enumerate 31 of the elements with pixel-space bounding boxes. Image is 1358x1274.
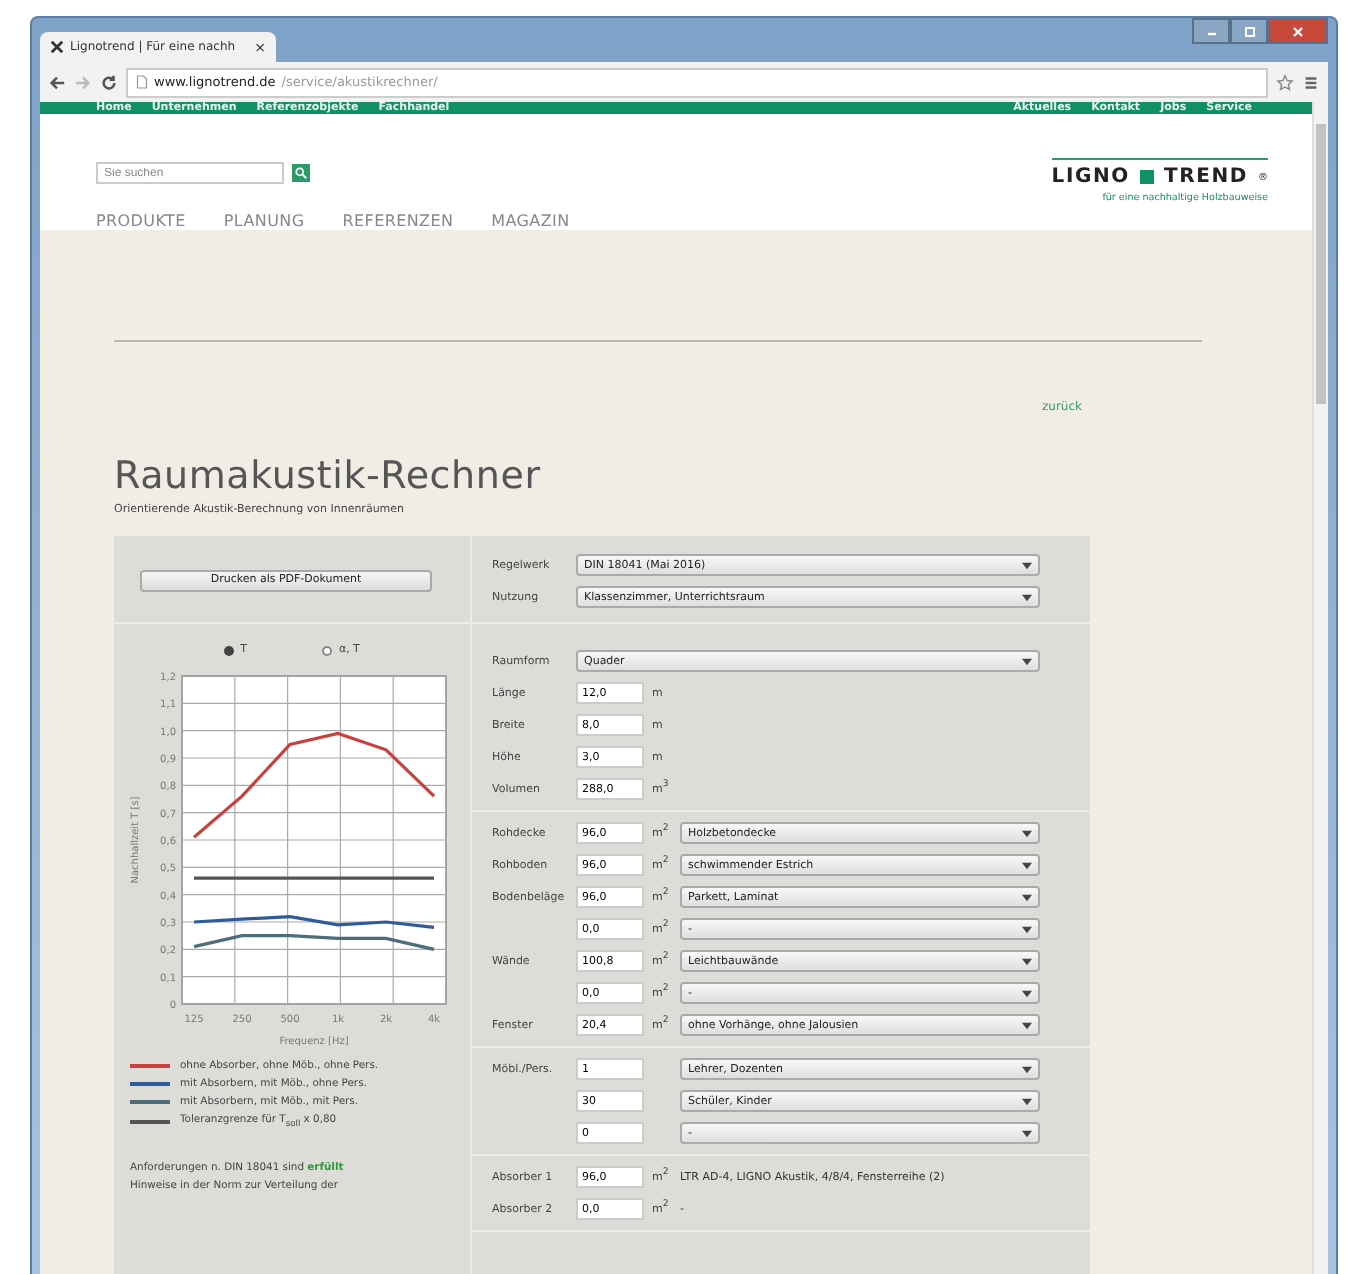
back-icon[interactable] [48,73,66,91]
minimize-button[interactable] [1192,18,1230,44]
caret-icon [1022,861,1032,869]
caret-icon [1022,925,1032,933]
x-logo-icon [50,40,64,54]
maximize-icon [1239,25,1259,37]
caret-icon [1022,1129,1032,1137]
caret-icon [1022,657,1032,665]
menu-item[interactable]: PRODUKTE [96,212,186,230]
caret-icon [1022,829,1032,837]
caret-icon [1022,1097,1032,1105]
close-icon [1288,25,1308,37]
search-button[interactable] [292,164,310,182]
page-icon [136,74,148,90]
menu-item[interactable]: REFERENZEN [342,212,454,230]
maximize-button[interactable] [1230,18,1268,44]
menu-icon[interactable] [1302,73,1320,91]
caret-icon [1022,561,1032,569]
caret-icon [1022,593,1032,601]
menu-item[interactable]: MAGAZIN [491,212,570,230]
scrollbar[interactable] [1312,102,1328,1274]
caret-icon [1022,957,1032,965]
caret-icon [1022,989,1032,997]
page-title: Raumakustik-Rechner [114,454,543,498]
caret-icon [1022,1065,1032,1073]
menu-item[interactable]: PLANUNG [223,212,305,230]
caret-icon [1022,893,1032,901]
reload-icon[interactable] [100,73,118,91]
caret-icon [1022,1021,1032,1029]
close-button[interactable] [1268,18,1328,44]
star-icon[interactable] [1276,73,1294,91]
